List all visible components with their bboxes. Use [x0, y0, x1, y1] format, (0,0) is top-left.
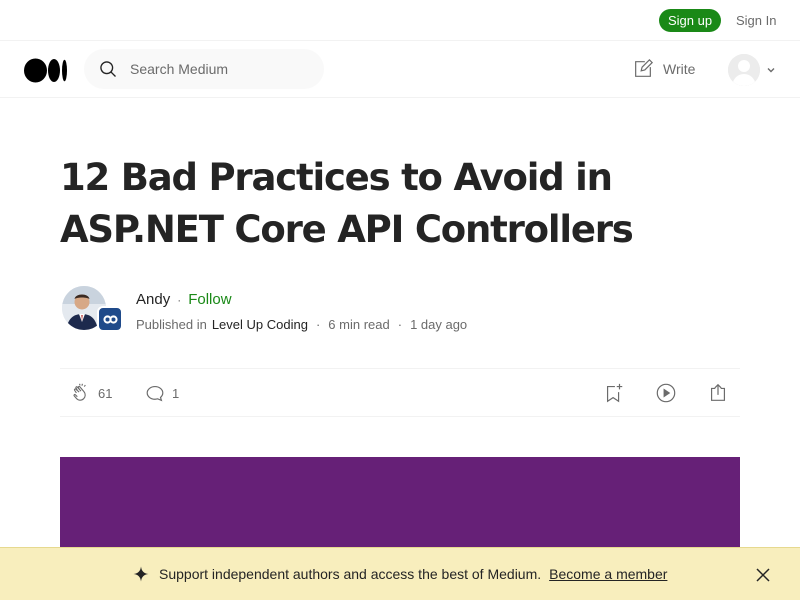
site-header: Write	[0, 41, 800, 98]
sparkle-icon	[133, 566, 149, 582]
clap-icon	[73, 383, 86, 401]
banner-content: Support independent authors and access t…	[133, 566, 667, 582]
publication-link[interactable]: Level Up Coding	[212, 317, 308, 332]
comment-icon	[146, 385, 164, 402]
search-input[interactable]	[130, 61, 300, 77]
medium-logo-icon[interactable]	[24, 58, 68, 83]
close-icon[interactable]	[755, 567, 771, 583]
share-icon[interactable]	[707, 382, 729, 404]
become-member-link[interactable]: Become a member	[549, 566, 667, 582]
author-line: Andy · Follow	[136, 291, 232, 308]
read-time: 6 min read	[328, 317, 390, 332]
clap-count: 61	[98, 385, 113, 401]
write-label: Write	[663, 61, 696, 77]
article-meta: Published in Level Up Coding · 6 min rea…	[136, 317, 467, 332]
published-date: 1 day ago	[410, 317, 468, 332]
article-action-bar: 61 1	[60, 368, 740, 417]
clap-button[interactable]: 61	[70, 382, 112, 404]
separator-dot: ·	[315, 317, 321, 332]
signup-button[interactable]: Sign up	[659, 9, 721, 32]
published-in-label: Published in	[136, 317, 207, 332]
publication-badge[interactable]	[97, 306, 123, 332]
user-avatar-icon	[728, 54, 760, 86]
auth-strip: Sign up Sign In	[0, 0, 800, 41]
separator-dot: ·	[397, 317, 403, 332]
follow-button[interactable]: Follow	[188, 291, 231, 308]
write-icon	[635, 58, 654, 77]
banner-text: Support independent authors and access t…	[159, 566, 542, 582]
user-menu[interactable]	[728, 54, 776, 86]
article-title-line: 12 Bad Practices to Avoid in	[60, 156, 613, 199]
play-icon[interactable]	[655, 382, 677, 404]
bookmark-add-icon[interactable]	[603, 382, 625, 404]
chevron-down-icon	[767, 68, 775, 73]
signin-link[interactable]: Sign In	[736, 13, 776, 28]
responses-count: 1	[172, 385, 180, 401]
write-button[interactable]: Write	[632, 58, 695, 80]
article-title-line: ASP.NET Core API Controllers	[60, 208, 634, 251]
search-icon	[100, 61, 116, 77]
author-name[interactable]: Andy	[136, 291, 170, 308]
separator-dot: ·	[177, 292, 182, 307]
membership-banner: Support independent authors and access t…	[0, 547, 800, 600]
responses-button[interactable]: 1	[144, 382, 179, 404]
search-bar[interactable]	[84, 49, 324, 89]
article-title: 12 Bad Practices to Avoid in ASP.NET Cor…	[60, 152, 750, 256]
